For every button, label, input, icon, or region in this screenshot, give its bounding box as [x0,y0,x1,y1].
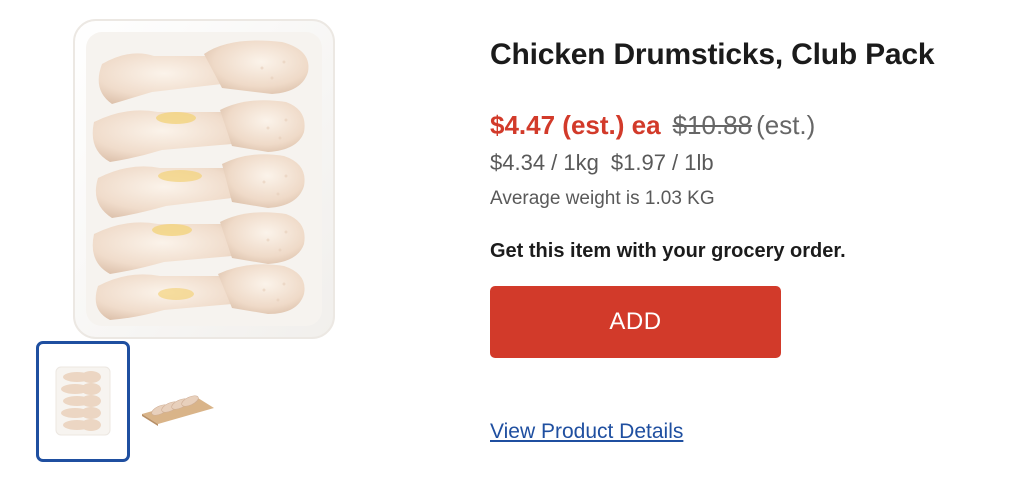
was-price: $10.88 [672,110,753,140]
gallery-thumbnail-2[interactable] [138,384,216,426]
chicken-tray-thumbnail-icon [55,366,111,436]
unit-price-lb: $1.97 / 1lb [610,150,714,175]
price-row: $4.47 (est.) ea $10.88 (est.) [490,110,815,141]
order-note: Get this item with your grocery order. [490,240,846,262]
unit-price-kg: $4.34 / 1kg [490,150,599,175]
main-product-image [72,18,336,340]
was-price-suffix: (est.) [756,110,816,140]
sale-price: $4.47 (est.) ea [490,110,661,140]
chicken-on-board-thumbnail-icon [142,395,214,426]
gallery-thumbnail-1[interactable] [36,341,130,462]
product-page: Chicken Drumsticks, Club Pack $4.47 (est… [0,0,1024,490]
product-title: Chicken Drumsticks, Club Pack [490,38,935,71]
unit-prices: $4.34 / 1kg $1.97 / 1lb [490,150,714,176]
view-product-details-link[interactable]: View Product Details [490,420,683,444]
average-weight: Average weight is 1.03 KG [490,188,715,209]
add-to-cart-button[interactable]: ADD [490,286,781,358]
